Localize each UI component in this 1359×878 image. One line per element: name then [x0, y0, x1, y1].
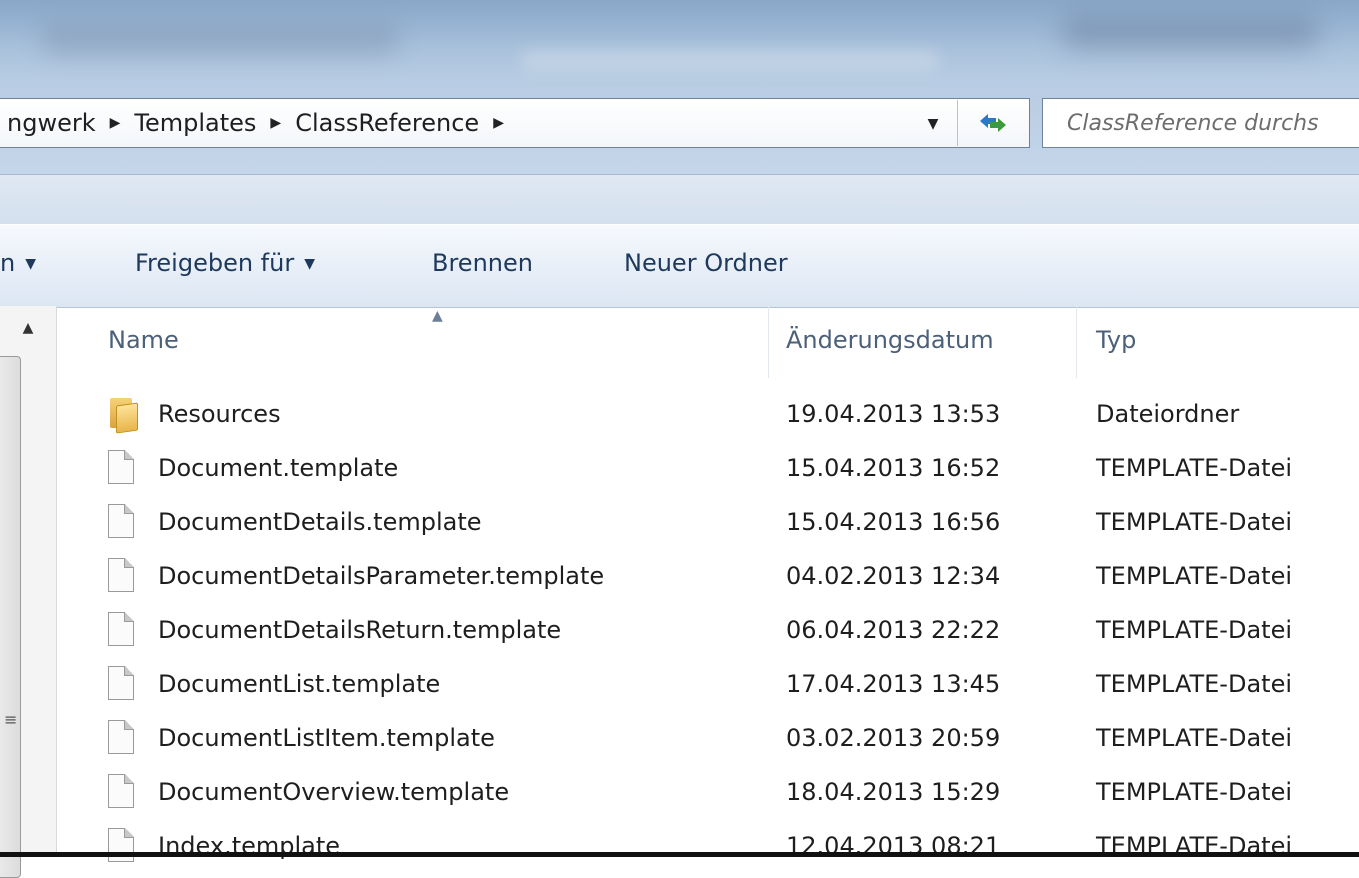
- chevron-down-icon: ▼: [25, 256, 36, 272]
- file-type: TEMPLATE-Datei: [1096, 778, 1292, 806]
- file-row[interactable]: Document.template 15.04.2013 16:52 TEMPL…: [56, 442, 1359, 496]
- burn-button[interactable]: Brennen: [432, 249, 533, 277]
- address-bar[interactable]: ngwerk ▶ Templates ▶ ClassReference ▶ ▼: [0, 98, 1030, 148]
- new-folder-button[interactable]: Neuer Ordner: [624, 249, 788, 277]
- file-date: 19.04.2013 13:53: [786, 400, 1001, 428]
- file-date: 15.04.2013 16:56: [786, 508, 1001, 536]
- file-name: Document.template: [158, 454, 399, 482]
- file-row[interactable]: DocumentDetails.template 15.04.2013 16:5…: [56, 496, 1359, 550]
- column-header-type[interactable]: Typ: [1096, 326, 1136, 354]
- scroll-up-icon[interactable]: ▲: [14, 314, 42, 342]
- file-type: TEMPLATE-Datei: [1096, 508, 1292, 536]
- file-row[interactable]: Index.template 12.04.2013 08:21 TEMPLATE…: [56, 820, 1359, 874]
- command-bar: n ▼ Freigeben für ▼ Brennen Neuer Ordner: [0, 224, 1359, 308]
- file-list: ▲ Name Änderungsdatum Typ Resources 19.0…: [56, 306, 1359, 862]
- file-date: 17.04.2013 13:45: [786, 670, 1001, 698]
- breadcrumb-item[interactable]: ClassReference: [289, 109, 485, 137]
- file-icon: [108, 504, 138, 540]
- column-header-date[interactable]: Änderungsdatum: [786, 326, 994, 354]
- file-name: DocumentDetailsParameter.template: [158, 562, 605, 590]
- file-type: Dateiordner: [1096, 400, 1240, 428]
- column-header-name[interactable]: Name: [108, 326, 179, 354]
- file-icon: [108, 774, 138, 810]
- file-date: 15.04.2013 16:52: [786, 454, 1001, 482]
- file-icon: [108, 450, 138, 486]
- column-divider[interactable]: [1076, 306, 1077, 378]
- refresh-button[interactable]: [957, 100, 1028, 146]
- window-title-bar: [0, 0, 1359, 82]
- file-name: DocumentDetails.template: [158, 508, 482, 536]
- file-row[interactable]: DocumentList.template 17.04.2013 13:45 T…: [56, 658, 1359, 712]
- menu-strip: [0, 174, 1359, 225]
- address-dropdown-icon[interactable]: ▼: [915, 109, 951, 139]
- column-divider[interactable]: [768, 306, 769, 378]
- file-row[interactable]: DocumentOverview.template 18.04.2013 15:…: [56, 766, 1359, 820]
- scroll-grip-icon: ≡: [4, 710, 18, 729]
- file-date: 06.04.2013 22:22: [786, 616, 1001, 644]
- breadcrumb-item[interactable]: ngwerk: [1, 109, 102, 137]
- file-type: TEMPLATE-Datei: [1096, 616, 1292, 644]
- chevron-down-icon: ▼: [304, 256, 315, 272]
- breadcrumb-item[interactable]: Templates: [128, 109, 262, 137]
- breadcrumb: ngwerk ▶ Templates ▶ ClassReference ▶: [0, 109, 512, 137]
- file-date: 18.04.2013 15:29: [786, 778, 1001, 806]
- title-bar-blur: [40, 20, 400, 56]
- file-type: TEMPLATE-Datei: [1096, 562, 1292, 590]
- file-name: DocumentOverview.template: [158, 778, 510, 806]
- file-icon: [108, 666, 138, 702]
- file-icon: [108, 828, 138, 864]
- breadcrumb-arrow-icon[interactable]: ▶: [262, 115, 289, 131]
- file-date: 04.02.2013 12:34: [786, 562, 1001, 590]
- navigation-pane-scrollbar[interactable]: ▲ ≡: [0, 306, 57, 878]
- file-row[interactable]: DocumentListItem.template 03.02.2013 20:…: [56, 712, 1359, 766]
- organize-label: n: [0, 249, 16, 277]
- file-icon: [108, 558, 138, 594]
- scrollbar-thumb[interactable]: [0, 356, 21, 878]
- file-icon: [108, 612, 138, 648]
- file-name: DocumentList.template: [158, 670, 441, 698]
- file-row[interactable]: DocumentDetailsReturn.template 06.04.201…: [56, 604, 1359, 658]
- file-type: TEMPLATE-Datei: [1096, 454, 1292, 482]
- file-date: 03.02.2013 20:59: [786, 724, 1001, 752]
- file-type: TEMPLATE-Datei: [1096, 670, 1292, 698]
- file-name: Resources: [158, 400, 281, 428]
- search-input[interactable]: ClassReference durchs: [1042, 98, 1359, 148]
- address-row: ngwerk ▶ Templates ▶ ClassReference ▶ ▼ …: [0, 82, 1359, 174]
- title-bar-blur: [1060, 14, 1320, 50]
- organize-button[interactable]: n ▼: [0, 249, 36, 277]
- file-name: DocumentDetailsReturn.template: [158, 616, 562, 644]
- refresh-icon: [980, 114, 1006, 132]
- file-type: TEMPLATE-Datei: [1096, 724, 1292, 752]
- file-row[interactable]: Resources 19.04.2013 13:53 Dateiordner: [56, 388, 1359, 442]
- share-with-label: Freigeben für: [135, 249, 295, 277]
- sort-ascending-icon: ▲: [432, 308, 443, 324]
- file-icon: [108, 720, 138, 756]
- file-name: DocumentListItem.template: [158, 724, 495, 752]
- file-row[interactable]: DocumentDetailsParameter.template 04.02.…: [56, 550, 1359, 604]
- breadcrumb-arrow-icon[interactable]: ▶: [485, 115, 512, 131]
- window-bottom-edge: [0, 852, 1359, 857]
- breadcrumb-arrow-icon[interactable]: ▶: [102, 115, 129, 131]
- column-header: ▲ Name Änderungsdatum Typ: [56, 306, 1359, 378]
- share-with-button[interactable]: Freigeben für ▼: [135, 249, 315, 277]
- title-bar-blur: [520, 50, 940, 70]
- folder-icon: [108, 396, 138, 434]
